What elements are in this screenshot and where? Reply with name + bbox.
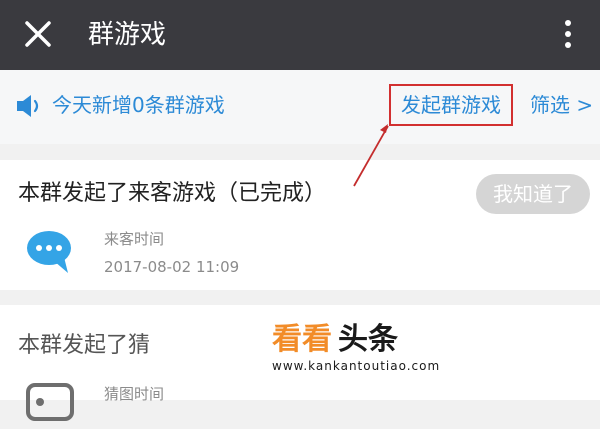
start-group-game-button[interactable]: 发起群游戏 [389,84,513,126]
image-card-icon [24,377,76,425]
watermark-url: www.kankantoutiao.com [272,359,441,373]
field-label: 猜图时间 [104,385,165,403]
watermark-logo: 看看 头条 www.kankantoutiao.com [272,322,472,384]
page-title: 群游戏 [88,20,167,50]
card-title: 本群发起了猜 [18,333,151,358]
speaker-icon [14,90,46,122]
watermark-brand-orange: 看看 [272,322,332,357]
notice-bar: 今天新增0条群游戏 发起群游戏 筛选 > [0,70,600,144]
timestamp: 2017-08-02 11:09 [104,258,240,276]
list-item[interactable]: 本群发起了来客游戏（已完成） 我知道了 来客时间 2017-08-02 11:0… [0,160,600,290]
top-bar: 群游戏 [0,0,600,70]
notice-text: 今天新增0条群游戏 [52,93,225,117]
filter-button[interactable]: 筛选 > [530,90,593,120]
chat-bubble-icon [24,227,76,275]
card-title: 本群发起了来客游戏（已完成） [18,181,327,206]
watermark-brand-black: 头条 [338,322,398,357]
more-vertical-icon[interactable] [556,14,580,54]
field-label: 来客时间 [104,230,165,248]
close-icon[interactable] [18,14,58,54]
acknowledge-button[interactable]: 我知道了 [476,174,590,214]
